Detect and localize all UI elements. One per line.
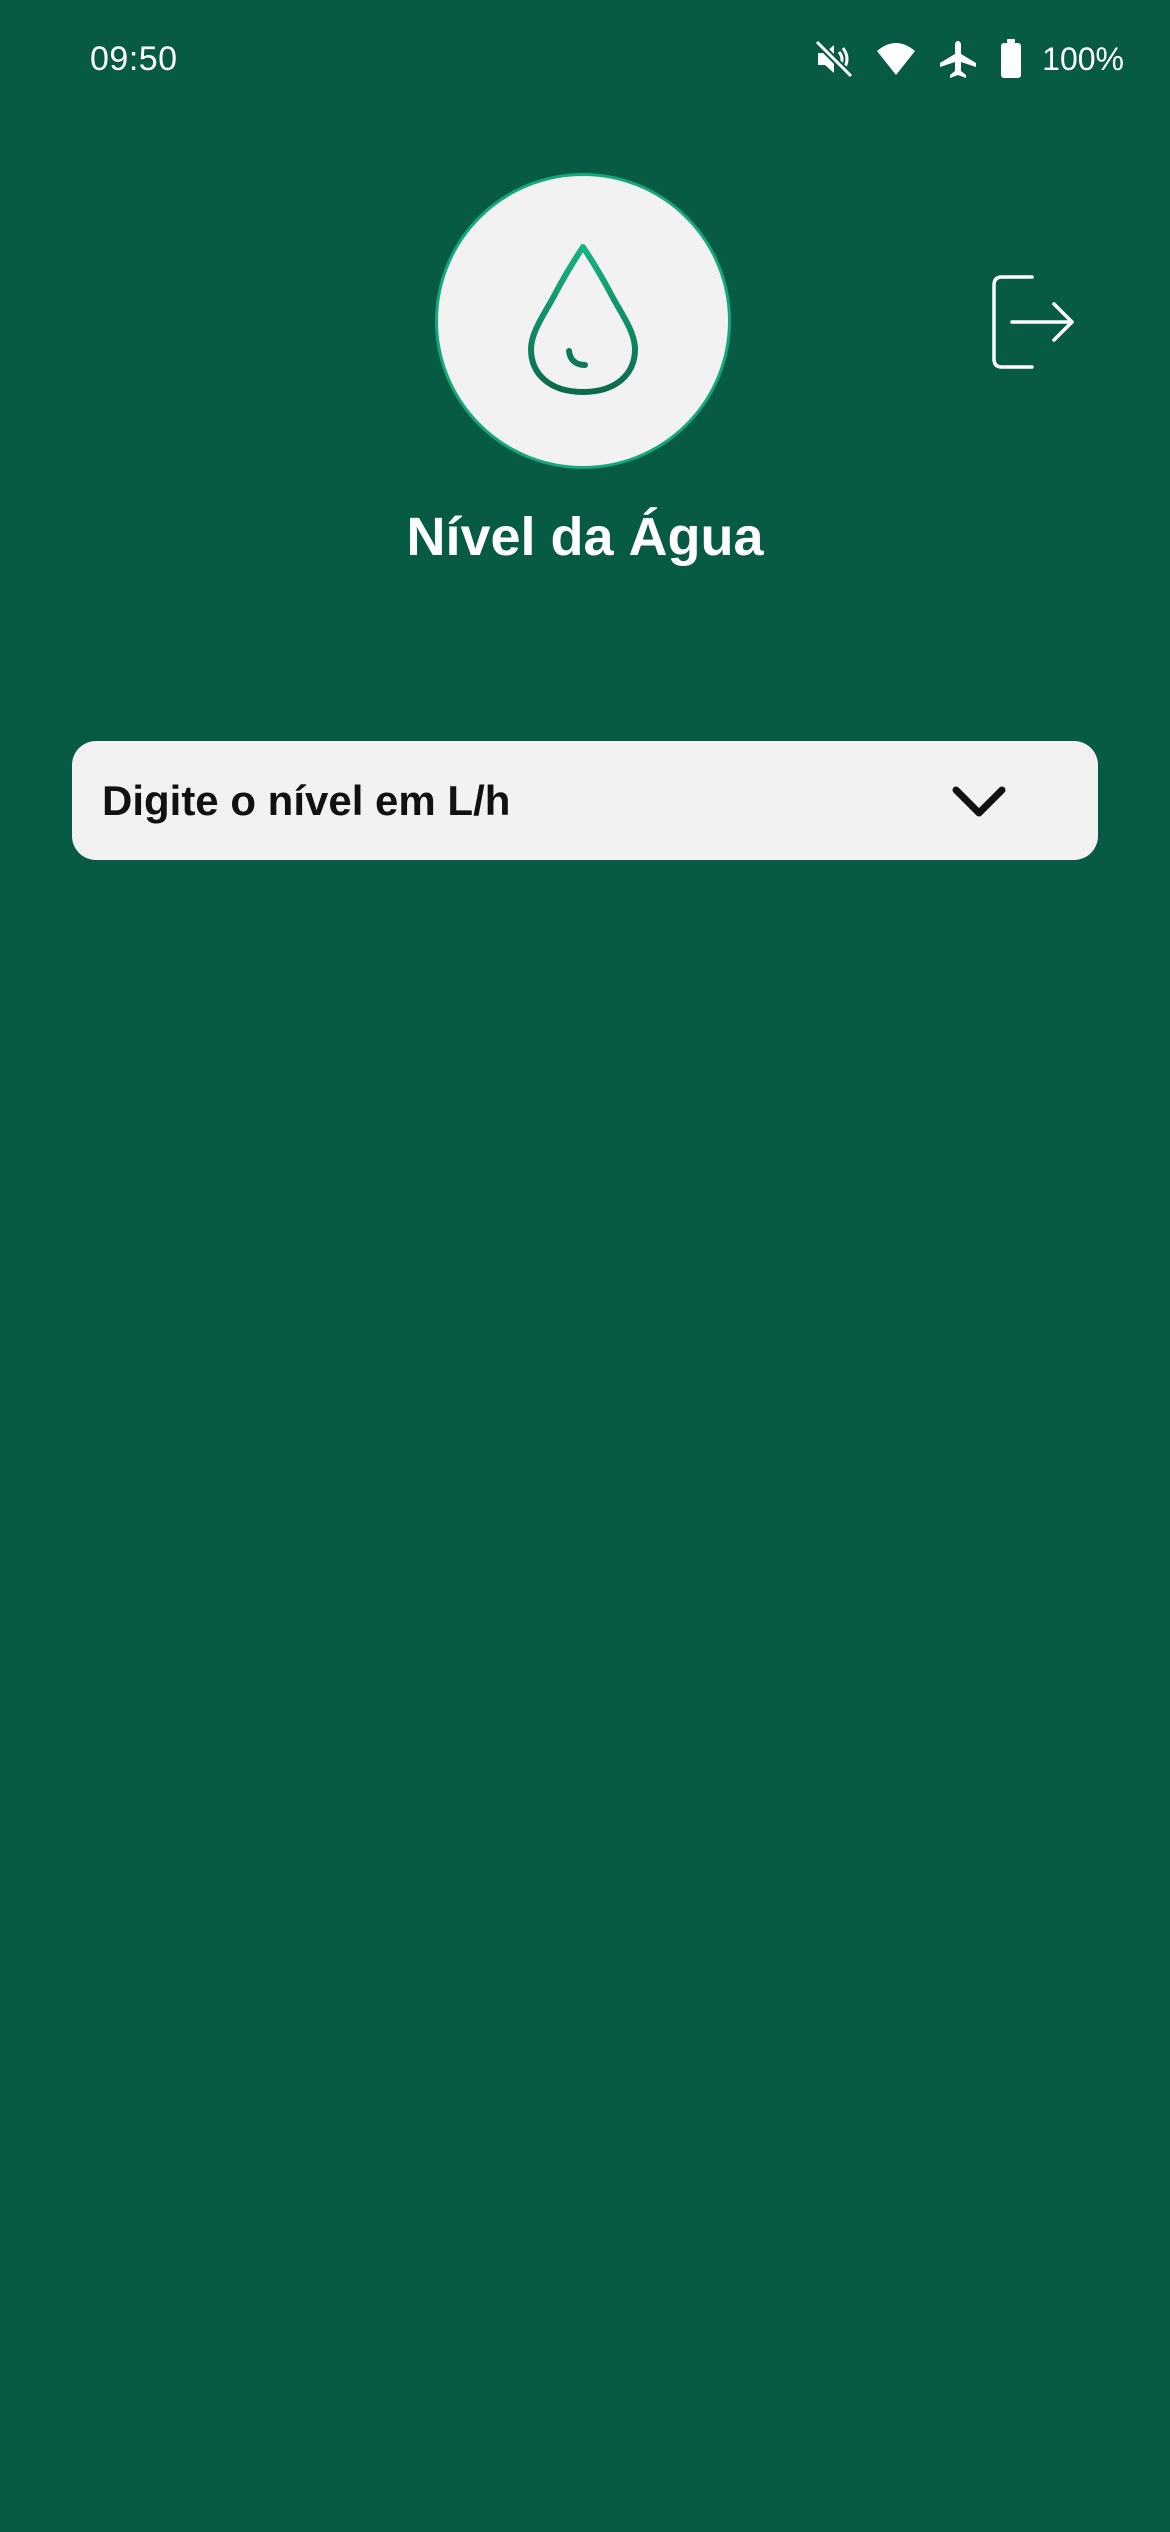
battery-icon <box>1000 39 1022 79</box>
logout-button[interactable] <box>988 272 1078 372</box>
wifi-icon <box>876 41 916 77</box>
app-logo <box>435 173 731 469</box>
status-bar: 09:50 100% <box>0 0 1170 130</box>
airplane-mode-icon <box>938 39 978 79</box>
water-drop-icon <box>523 239 643 404</box>
mute-icon <box>814 39 854 79</box>
page-title: Nível da Água <box>406 507 764 567</box>
status-time: 09:50 <box>90 40 178 78</box>
logout-icon <box>988 275 1078 376</box>
level-select[interactable]: Digite o nível em L/h <box>72 741 1098 860</box>
chevron-down-icon <box>951 782 1007 822</box>
battery-percentage: 100% <box>1042 40 1124 77</box>
level-select-placeholder: Digite o nível em L/h <box>102 777 511 824</box>
status-icons: 100% <box>814 36 1124 82</box>
